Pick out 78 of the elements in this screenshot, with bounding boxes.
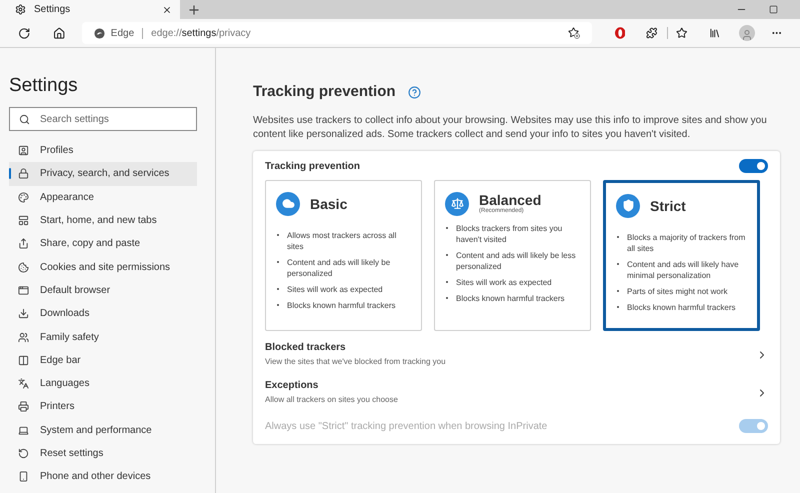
phone-icon: [18, 471, 29, 482]
option-point: Blocks a majority of trackers from all sites: [627, 232, 746, 254]
share-icon: [18, 238, 29, 250]
extensions-icon[interactable]: [646, 27, 658, 39]
sidebar-item[interactable]: Appearance: [9, 186, 197, 209]
system-icon: [18, 424, 29, 436]
help-icon[interactable]: [408, 86, 421, 99]
sidebar-item[interactable]: Reset settings: [9, 442, 197, 466]
section-description: Websites use trackers to collect info about your browsing. Websites may use this info to improve sites and show you content like personalized ads. Some trackers collect and send your info to sites you haven't visited.: [253, 114, 768, 142]
sidebar-item[interactable]: Privacy, search, and services: [9, 162, 197, 186]
profiles-icon: [18, 145, 29, 156]
sidebar-item[interactable]: Edge bar: [9, 348, 197, 372]
sidebar-item[interactable]: Start, home, and new tabs: [9, 208, 197, 232]
option-point: Sites will work as expected: [287, 284, 383, 294]
search-field[interactable]: Search settings: [9, 107, 197, 131]
sidebar-item[interactable]: System and performance: [9, 418, 197, 442]
favorites-icon[interactable]: [676, 27, 688, 39]
option-point: Blocks known harmful trackers: [287, 300, 396, 310]
maximize-icon[interactable]: [769, 5, 778, 14]
card-title: Tracking prevention: [265, 160, 360, 174]
refresh-icon[interactable]: [18, 26, 30, 40]
browser-tab[interactable]: Settings: [0, 0, 180, 19]
sidebar-title: Settings: [9, 75, 79, 97]
settings-link-row[interactable]: Blocked trackers View the sites that we've blocked from tracking you: [265, 340, 768, 368]
option-point: Sites will work as expected: [456, 276, 552, 288]
browser-icon: [18, 284, 29, 296]
row-title: Exceptions: [265, 378, 320, 392]
option-card[interactable]: Strict Blocks a majority of trackers from all sites Content and ads will likely have minimal personalization Parts of sites might not work Blocks known harmful trackers: [603, 180, 760, 330]
address-bar[interactable]: Edge edge://settings/privacy: [82, 22, 592, 44]
printers-icon: [18, 401, 29, 412]
reset-icon: [18, 448, 29, 459]
new-tab-icon[interactable]: [187, 2, 201, 16]
languages-icon: [18, 378, 29, 390]
settings-icon: [15, 4, 26, 15]
sidebar-item[interactable]: Profiles: [9, 139, 197, 162]
browser-logo-icon: [94, 28, 105, 38]
site-label: Edge: [110, 26, 134, 40]
option-point: Content and ads will likely be personalized: [287, 256, 392, 278]
option-point: Allows most trackers across all sites: [287, 230, 398, 252]
extension-icon[interactable]: [614, 27, 626, 39]
close-icon[interactable]: [162, 4, 172, 14]
inprivate-label: Always use "Strict" tracking prevention when browsing InPrivate: [265, 420, 548, 434]
add-favorite-icon[interactable]: [568, 27, 580, 39]
search-input[interactable]: Search settings: [40, 112, 187, 126]
settings-link-row[interactable]: Exceptions Allow all trackers on sites you choose: [265, 378, 768, 406]
option-title: Balanced: [479, 192, 542, 208]
row-description: Allow all trackers on sites you choose: [265, 394, 398, 406]
sidebar-item[interactable]: Languages: [9, 372, 197, 396]
row-title: Blocked trackers: [265, 340, 347, 354]
row-description: View the sites that we've blocked from tracking you: [265, 356, 446, 368]
sidebar-item[interactable]: Family safety: [9, 325, 197, 349]
sidebar-item[interactable]: Phone and other devices: [9, 465, 197, 488]
option-point: Content and ads will likely have minimal personalization: [627, 258, 740, 280]
family-icon: [18, 332, 29, 343]
tab-title: Settings: [34, 3, 72, 17]
sidebar-item[interactable]: Printers: [9, 395, 197, 419]
appearance-icon: [18, 192, 29, 203]
search-icon: [19, 114, 30, 124]
option-point: Blocks known harmful trackers: [456, 292, 564, 304]
sidebar-item[interactable]: Downloads: [9, 302, 197, 326]
sidebar-item[interactable]: Cookies and site permissions: [9, 255, 197, 279]
downloads-icon: [18, 308, 29, 320]
option-title: Basic: [310, 196, 348, 212]
option-point: Blocks trackers from sites you haven't visited: [456, 222, 564, 244]
option-point: Parts of sites might not work: [627, 286, 728, 296]
collections-icon[interactable]: [708, 27, 720, 39]
section-heading: Tracking prevention: [253, 82, 396, 102]
home-icon[interactable]: [53, 26, 66, 40]
option-point: Content and ads will likely be less personalized: [456, 250, 577, 272]
sidebar-item[interactable]: Default browser: [9, 278, 197, 302]
toggle-switch[interactable]: [739, 159, 768, 173]
url-text: edge://settings/privacy: [151, 26, 251, 40]
option-title: Strict: [650, 198, 686, 214]
option-point: Blocks known harmful trackers: [627, 302, 736, 312]
option-card[interactable]: Basic Allows most trackers across all sites Content and ads will likely be personalized Sites will work as expected Blocks known harmful trackers: [265, 180, 422, 330]
cookies-icon: [18, 262, 29, 273]
sidebar-item[interactable]: Share, copy and paste: [9, 232, 197, 256]
profile-avatar[interactable]: [739, 25, 755, 41]
